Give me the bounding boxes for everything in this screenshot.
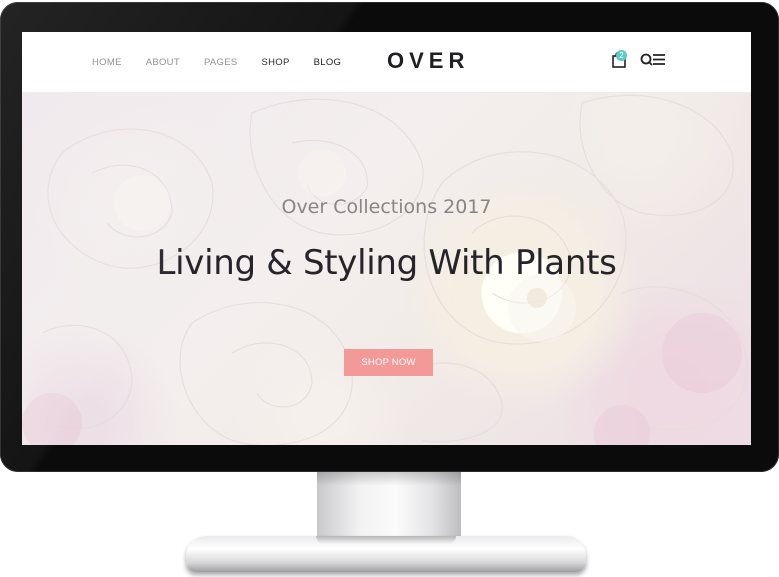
site-header: HOME ABOUT PAGES SHOP BLOG OVER 2 bbox=[22, 32, 751, 93]
search-menu-icon bbox=[640, 53, 665, 66]
shop-now-button[interactable]: SHOP NOW bbox=[344, 349, 433, 376]
hero-headline: Living & Styling With Plants bbox=[156, 243, 617, 283]
nav-item-home[interactable]: HOME bbox=[92, 57, 122, 68]
hero-content: Over Collections 2017 Living & Styling W… bbox=[22, 93, 751, 445]
hero-banner: Over Collections 2017 Living & Styling W… bbox=[22, 93, 751, 445]
cart-button[interactable]: 2 bbox=[612, 50, 627, 68]
site-logo[interactable]: OVER bbox=[387, 48, 469, 74]
cart-count-badge: 2 bbox=[616, 50, 627, 61]
monitor-stand-base bbox=[186, 536, 586, 572]
hero-kicker: Over Collections 2017 bbox=[281, 196, 492, 218]
main-nav: HOME ABOUT PAGES SHOP BLOG bbox=[92, 32, 365, 92]
monitor-screen: HOME ABOUT PAGES SHOP BLOG OVER 2 Over C… bbox=[22, 32, 751, 445]
monitor-bezel: HOME ABOUT PAGES SHOP BLOG OVER 2 Over C… bbox=[0, 2, 779, 472]
monitor-stand-neck bbox=[317, 472, 461, 544]
nav-item-shop[interactable]: SHOP bbox=[261, 57, 289, 68]
nav-item-about[interactable]: ABOUT bbox=[146, 57, 180, 68]
nav-item-pages[interactable]: PAGES bbox=[204, 57, 238, 68]
nav-item-blog[interactable]: BLOG bbox=[314, 57, 342, 68]
search-menu-button[interactable] bbox=[640, 52, 666, 68]
